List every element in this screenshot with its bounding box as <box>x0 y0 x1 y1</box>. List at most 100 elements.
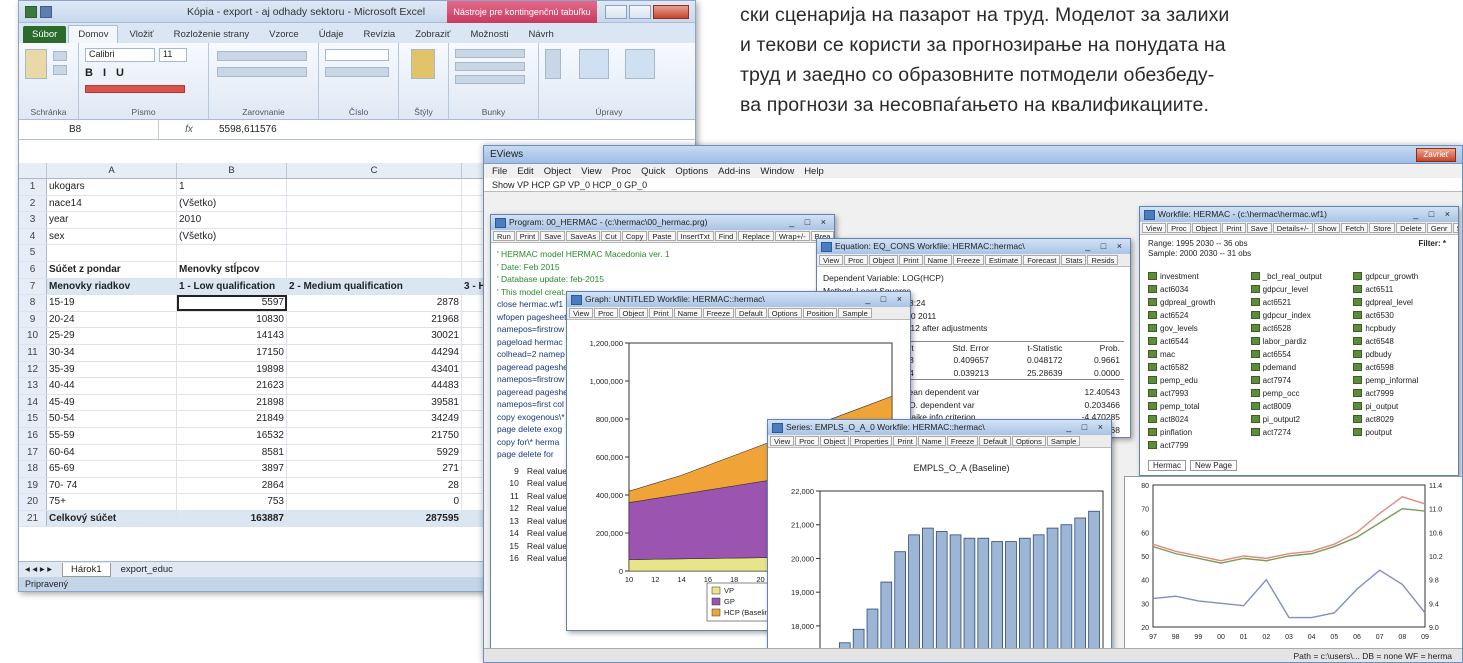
toolbar-button[interactable]: Print <box>899 255 923 265</box>
toolbar-button[interactable]: Print <box>1222 223 1246 233</box>
menu-view[interactable]: View <box>581 166 601 177</box>
filter-label[interactable]: ukogars <box>47 179 177 195</box>
workfile-object[interactable]: act6034 <box>1148 284 1245 294</box>
col-header-a[interactable]: A <box>47 163 177 178</box>
toolbar-button[interactable]: Cut <box>601 231 621 241</box>
workfile-object[interactable]: act6528 <box>1250 323 1348 333</box>
age-group-cell[interactable]: 15-19 <box>47 295 177 311</box>
cell[interactable] <box>287 179 462 195</box>
tab-view[interactable]: Zobraziť <box>406 26 459 43</box>
workfile-object[interactable]: act7799 <box>1148 440 1245 450</box>
filter-value[interactable]: (Všetko) <box>177 195 287 212</box>
col-header-b[interactable]: B <box>177 163 287 178</box>
delete-cells-icon[interactable] <box>455 62 525 71</box>
workfile-object[interactable]: pemp_edu <box>1148 375 1245 385</box>
row-number[interactable]: 7 <box>19 278 47 295</box>
row-number[interactable]: 1 <box>19 179 47 195</box>
tab-home[interactable]: Domov <box>68 25 119 43</box>
row-number[interactable]: 3 <box>19 212 47 228</box>
workfile-object[interactable]: act6521 <box>1250 297 1348 307</box>
toolbar-button[interactable]: InsertTxt <box>676 231 714 241</box>
formula-input[interactable]: 5598,611576 <box>219 124 277 135</box>
low-qual-cell[interactable]: 753 <box>177 494 287 510</box>
medium-qual-cell[interactable]: 44294 <box>287 344 462 361</box>
menu-proc[interactable]: Proc <box>612 166 632 177</box>
cell[interactable] <box>287 212 462 228</box>
toolbar-button[interactable]: Object <box>1191 223 1222 233</box>
percent-icons[interactable] <box>325 67 389 77</box>
copy-icon[interactable] <box>53 65 67 75</box>
tab-design[interactable]: Návrh <box>519 26 562 43</box>
filter-value[interactable]: 1 <box>177 179 287 195</box>
toolbar-button[interactable]: Delete <box>1396 223 1426 233</box>
tab-formulas[interactable]: Vzorce <box>260 26 308 43</box>
menu-object[interactable]: Object <box>544 166 571 177</box>
name-box[interactable]: B8 <box>19 120 159 139</box>
age-group-cell[interactable]: 50-54 <box>47 411 177 427</box>
workfile-object[interactable]: pdemand <box>1250 362 1348 372</box>
workfile-object[interactable]: pdbudy <box>1353 349 1450 359</box>
row-number[interactable]: 14 <box>19 394 47 411</box>
cell[interactable] <box>287 228 462 245</box>
toolbar-button[interactable]: Proc <box>795 436 819 446</box>
age-group-cell[interactable]: 65-69 <box>47 461 177 477</box>
minimize-button[interactable] <box>605 4 627 19</box>
toolbar-button[interactable]: SaveAs <box>566 231 601 241</box>
row-number[interactable]: 6 <box>19 261 47 278</box>
workfile-object[interactable]: gdpcur_growth <box>1353 271 1450 281</box>
toolbar-button[interactable]: Save <box>540 231 566 241</box>
menu-addins[interactable]: Add-ins <box>718 166 750 177</box>
format-cells-icon[interactable] <box>455 75 525 84</box>
medium-qual-cell[interactable]: 5929 <box>287 444 462 461</box>
cut-icon[interactable] <box>53 51 67 61</box>
low-qual-cell[interactable]: 16532 <box>177 427 287 444</box>
age-group-cell[interactable]: 75+ <box>47 494 177 510</box>
low-qual-cell[interactable]: 3897 <box>177 461 287 477</box>
workfile-object[interactable]: act8029 <box>1353 414 1450 424</box>
toolbar-button[interactable]: Proc <box>594 308 618 318</box>
toolbar-button[interactable]: View <box>569 308 594 318</box>
toolbar-button[interactable]: Find <box>714 231 738 241</box>
find-select-icon[interactable] <box>625 49 655 79</box>
maximize-button[interactable] <box>629 4 651 19</box>
workfile-object[interactable]: pinflation <box>1148 427 1245 437</box>
row-number[interactable]: 8 <box>19 295 47 311</box>
toolbar-button[interactable]: Fetch <box>1341 223 1369 233</box>
low-qual-cell[interactable]: 8581 <box>177 444 287 461</box>
number-format-select[interactable] <box>325 49 389 61</box>
workfile-object[interactable]: gdpcur_level <box>1250 284 1348 294</box>
toolbar-button[interactable]: Print <box>515 231 540 241</box>
workfile-object[interactable]: act7974 <box>1250 375 1348 385</box>
font-name-select[interactable]: Calibri <box>85 48 155 62</box>
font-color-icon[interactable] <box>85 85 185 93</box>
pivot-column-labels[interactable]: Menovky stĺpcov <box>177 261 287 278</box>
toolbar-button[interactable]: Sample <box>838 308 872 318</box>
row-number[interactable]: 11 <box>19 344 47 361</box>
medium-qual-cell[interactable]: 34249 <box>287 411 462 427</box>
workfile-object[interactable]: act7993 <box>1148 388 1245 398</box>
tab-review[interactable]: Revízia <box>355 26 405 43</box>
toolbar-button[interactable]: View <box>1142 223 1167 233</box>
toolbar-button[interactable]: Estimate <box>985 255 1023 265</box>
medium-qual-cell[interactable]: 44483 <box>287 378 462 394</box>
toolbar-button[interactable]: Forecast <box>1023 255 1061 265</box>
age-group-cell[interactable]: 70- 74 <box>47 477 177 494</box>
filter-label[interactable]: sex <box>47 228 177 245</box>
menu-options[interactable]: Options <box>675 166 708 177</box>
row-number[interactable]: 20 <box>19 494 47 510</box>
workfile-object[interactable]: act7999 <box>1353 388 1450 398</box>
workfile-object[interactable]: act7274 <box>1250 427 1348 437</box>
cell[interactable] <box>177 245 287 261</box>
toolbar-button[interactable]: Stats <box>1061 255 1087 265</box>
workfile-object[interactable]: gdpreal_level <box>1353 297 1450 307</box>
toolbar-button[interactable]: Wrap+/- <box>774 231 810 241</box>
total-low[interactable]: 163887 <box>177 510 287 527</box>
pivot-value-label[interactable]: Súčet z pondar <box>47 261 177 278</box>
row-number[interactable]: 4 <box>19 228 47 245</box>
row-number[interactable]: 19 <box>19 477 47 494</box>
workfile-object[interactable]: act6598 <box>1353 362 1450 372</box>
cell[interactable] <box>287 245 462 261</box>
toolbar-button[interactable]: Details+/- <box>1272 223 1313 233</box>
tab-data[interactable]: Údaje <box>310 26 353 43</box>
toolbar-button[interactable]: Freeze <box>702 308 735 318</box>
